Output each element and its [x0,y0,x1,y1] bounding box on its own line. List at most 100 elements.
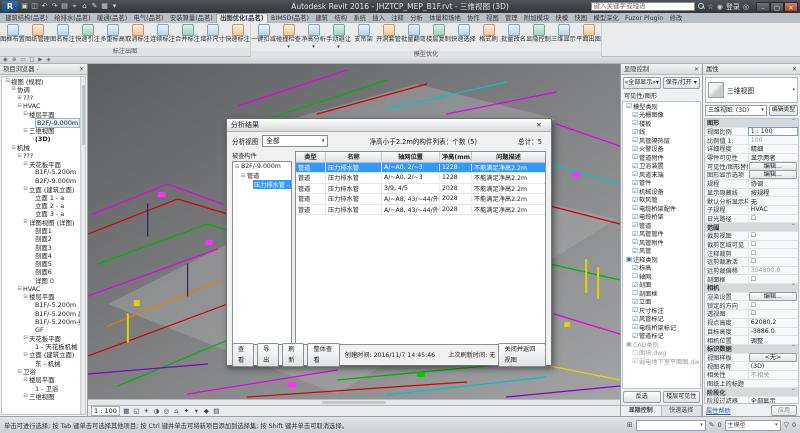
close-button[interactable]: ✕ [784,2,798,12]
table-row[interactable]: 管道 压力排水管 A/~A0, 2/~3 1228 不能满足净高2.2m [296,173,545,184]
ribbon-tab[interactable]: 快图 [571,14,590,23]
ribbon-tab[interactable]: 快模 [552,14,571,23]
browser-tree-item[interactable]: ⊟ 协调 [2,85,85,93]
checkbox-icon[interactable]: ☑ [631,315,639,323]
ribbon-tab[interactable]: 建筑 [312,14,331,23]
browser-tree-item[interactable]: ⊟ 天花板平面 [2,160,85,168]
ribbon-button[interactable]: 批量翻弯 [401,23,426,51]
expand-icon[interactable]: ⊟ [16,286,23,292]
panel-tab[interactable]: 显隐控制 [621,406,662,416]
sign-in-button[interactable]: 登录 [726,2,740,12]
browser-tree-item[interactable]: B1F/-5.200m [2,168,85,176]
save-open-button[interactable]: 保存/打开 ▾ [663,77,701,89]
category-checkbox-item[interactable]: ☑ 风管 [623,247,700,256]
ribbon-tab[interactable]: 修改 [667,14,686,23]
ribbon-button[interactable]: 一键扣减 [251,23,276,51]
ribbon-tab[interactable]: 注释 [388,14,407,23]
checkbox-icon[interactable]: ☐ [631,272,639,280]
qat-icon[interactable]: ▦ [100,2,109,11]
checkbox-icon[interactable]: ☑ [625,102,633,110]
checkbox-icon[interactable]: ☐ [631,349,639,357]
ribbon-button[interactable]: 快速标注 [225,23,250,48]
category-checkbox-item[interactable]: ☑ 立面 [623,298,700,307]
canvas-horizontal-scrollbar[interactable] [88,399,620,405]
view-all-button[interactable]: 整体查看 [307,343,339,367]
view-control-icon[interactable]: ▦ [122,407,131,415]
category-checkbox-item[interactable]: ☑ 电缆桥架配件 [623,204,700,213]
favorites-star-icon[interactable]: ☆ [708,3,714,11]
ribbon-tab[interactable]: 体量和场地 [426,14,464,23]
checkbox-icon[interactable]: ☑ [631,306,639,314]
floor-visibility-button[interactable]: 楼层可见性 [663,391,701,403]
ribbon-button[interactable]: 格式刷 [476,23,501,51]
expand-icon[interactable]: ⊟ [22,393,29,399]
checkbox-icon[interactable]: ☑ [631,136,639,144]
view-control-icon[interactable]: ✦ [182,407,191,415]
browser-tree-item[interactable]: B1F/-5.200m-细管线 [2,318,85,326]
ribbon-tab[interactable]: 协作 [464,14,483,23]
close-icon[interactable]: ✕ [792,64,797,74]
category-checkbox-item[interactable]: ☑ 风道末端 [623,170,700,179]
view-scale-button[interactable]: 1 : 100 [91,406,120,416]
apply-button[interactable]: 应用 [771,405,797,416]
category-checkbox-item[interactable]: ☑ 管道 [623,221,700,230]
checkbox-icon[interactable]: ☑ [631,204,639,212]
expand-icon[interactable]: ⊟ [22,111,29,117]
maximize-button[interactable]: ▢ [770,2,784,12]
table-row[interactable]: 管道 压力排水管 3/9, 4/5 2028 不能满足净高2.2m [296,184,545,195]
expand-icon[interactable]: ⊞ [16,95,23,101]
category-checkbox-item[interactable]: ☑ 软风管 [623,196,700,205]
checkbox-icon[interactable]: ☑ [631,145,639,153]
checkbox-icon[interactable]: ☑ [631,179,639,187]
expand-icon[interactable]: ⊟ [22,377,29,383]
ribbon-tab[interactable]: Fuzor Plugin [622,14,667,23]
browser-tree-item[interactable]: 详图 0 [2,276,85,284]
toolbar-icon[interactable]: ◈ [46,57,50,63]
view-control-icon[interactable]: ☀ [142,407,151,415]
category-checkbox-item[interactable]: ▣ CAD类别 [623,340,700,349]
ribbon-tab[interactable]: 模型深化 [590,14,622,23]
category-checkbox-item[interactable]: ☐ 轴网 [623,272,700,281]
refresh-button[interactable]: 刷新 [282,343,304,367]
toolbar-icon[interactable]: ⊕ [12,57,17,63]
browser-tree-item[interactable]: 东 - 机械 [2,359,85,367]
qat-icon[interactable]: ⌖ [70,2,79,11]
ribbon-button[interactable]: 快速引注 [75,23,100,48]
ribbon-tab[interactable]: 给排水(品茗) [51,14,94,23]
invert-selection-button[interactable]: 反选 [623,391,661,403]
ribbon-tab[interactable]: 插入 [369,14,388,23]
ribbon-button[interactable]: 合并标注 [175,23,200,48]
ribbon-button[interactable]: 开洞套管 [376,23,401,51]
expand-icon[interactable]: ⊟ [10,86,17,92]
qat-icon[interactable]: ↶ [40,2,49,11]
category-checkbox-item[interactable]: ☑ 卫浴装置 [623,162,700,171]
ribbon-tab[interactable]: BIM5D(品茗) [268,14,312,23]
ribbon-button[interactable]: 支吊架 [351,23,376,51]
category-checkbox-item[interactable]: ☑ 管件 [623,179,700,188]
dialog-tree-item[interactable]: 压力排水管 - 300mm [233,180,291,189]
view-select[interactable]: 三维视图: (3D) [705,105,767,116]
view-control-icon[interactable]: ◱ [132,407,141,415]
checkbox-icon[interactable]: ☑ [631,111,639,119]
checkbox-icon[interactable]: ☑ [631,298,639,306]
ribbon-tab[interactable]: 暖通(品茗) [94,14,130,23]
checkbox-icon[interactable]: ☑ [631,196,639,204]
ribbon-button[interactable]: 增补尺寸 [200,23,225,48]
expand-icon[interactable]: ⊟ [16,369,23,375]
edit-type-button[interactable]: 编辑类型 [769,105,798,116]
expand-icon[interactable]: ⊟ [22,128,29,134]
checkbox-icon[interactable]: ☑ [631,187,639,195]
table-row[interactable]: 管道 压力排水管 A/~A0, 2/~3 1228 不能满足净高2.2m [296,163,545,174]
workset-select[interactable] [636,420,706,431]
ribbon-tab[interactable]: 视图 [483,14,502,23]
qat-icon[interactable]: ◫ [30,2,39,11]
checkbox-icon[interactable]: ☑ [631,170,639,178]
view-control-icon[interactable]: ◆ [202,407,211,415]
app-menu-button[interactable]: R [2,1,18,12]
analysis-view-select[interactable]: 全部 [262,135,328,147]
category-checkbox-item[interactable]: ☑ 尺寸标注 [623,306,700,315]
category-checkbox-item[interactable]: ▣ 注释类别 [623,255,700,264]
checkbox-icon[interactable]: ☑ [631,119,639,127]
toolbar-icon[interactable]: ◉ [3,57,8,63]
property-row[interactable]: 阶段过滤器 全部显示 [705,397,798,404]
